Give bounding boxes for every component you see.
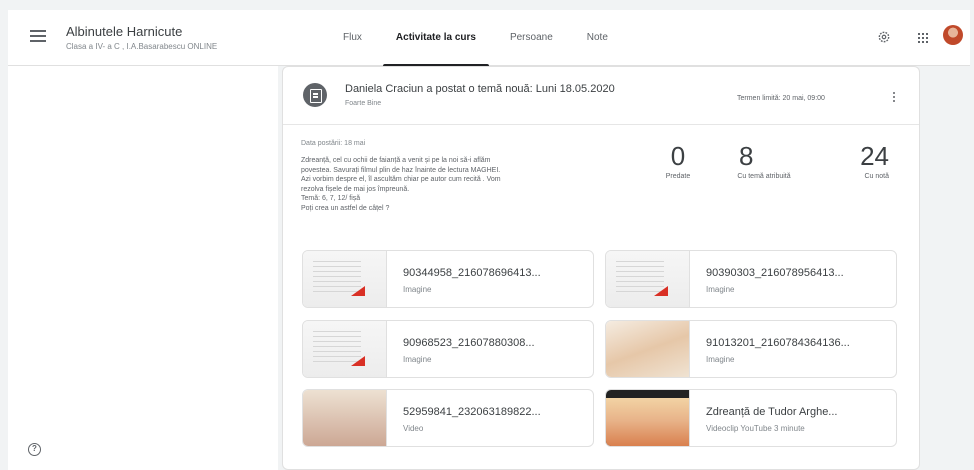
attachment-item[interactable]: 90968523_21607880308... Imagine: [302, 320, 594, 378]
stat-value: 24: [860, 141, 889, 171]
class-title[interactable]: Albinutele Harnicute: [66, 24, 182, 39]
attachment-type: Video: [403, 424, 424, 433]
attachment-item[interactable]: 52959841_232063189822... Video: [302, 389, 594, 447]
avatar[interactable]: [943, 25, 963, 45]
assignment-title[interactable]: Daniela Craciun a postat o temă nouă: Lu…: [345, 83, 615, 95]
attachment-thumbnail: [606, 390, 690, 446]
attachment-name: 90390303_216078956413...: [706, 267, 844, 279]
attachment-item[interactable]: 91013201_2160784364136... Imagine: [605, 320, 897, 378]
attachment-name: 90968523_21607880308...: [403, 337, 535, 349]
attachment-type: Imagine: [706, 285, 735, 294]
stat-value: 8: [739, 141, 754, 171]
stat-cu-tema-atribuita[interactable]: 8 Cu temă atribuită: [719, 141, 809, 180]
attachment-name: 90344958_216078696413...: [403, 267, 541, 279]
help-icon[interactable]: ?: [28, 443, 41, 456]
attachment-thumbnail: [303, 251, 387, 307]
tab-flux[interactable]: Flux: [326, 10, 379, 66]
attachment-type: Imagine: [403, 355, 432, 364]
stat-cu-nota[interactable]: 24 Cu notă: [837, 141, 889, 180]
attachment-name: 91013201_2160784364136...: [706, 337, 850, 349]
attachment-item[interactable]: 90390303_216078956413... Imagine: [605, 250, 897, 308]
assignment-deadline: Termen limită: 20 mai, 09:00: [737, 95, 825, 102]
tab-persoane[interactable]: Persoane: [493, 10, 570, 66]
tab-activitate-la-curs[interactable]: Activitate la curs: [379, 10, 493, 67]
attachment-thumbnail: [303, 390, 387, 446]
attachment-name: Zdreanță de Tudor Arghe...: [706, 406, 838, 418]
stat-label: Predate: [665, 173, 691, 180]
assignment-instructions: Zdreanță, cel cu ochii de faianță a veni…: [301, 157, 501, 212]
stat-value: 0: [670, 141, 686, 171]
attachment-thumbnail: [303, 321, 387, 377]
stat-label: Cu temă atribuită: [737, 173, 791, 180]
class-subtitle: Clasa a IV- a C , I.A.Basarabescu ONLINE: [66, 42, 218, 51]
tab-bar: Flux Activitate la curs Persoane Note: [326, 10, 625, 67]
settings-icon[interactable]: [877, 30, 891, 44]
assignment-grade: Foarte Bine: [345, 100, 382, 107]
attachment-item[interactable]: 90344958_216078696413... Imagine: [302, 250, 594, 308]
side-panel: [8, 66, 278, 470]
assignment-header[interactable]: Daniela Craciun a postat o temă nouă: Lu…: [283, 67, 919, 125]
attachment-name: 52959841_232063189822...: [403, 406, 541, 418]
attachment-type: Imagine: [706, 355, 735, 364]
attachment-item[interactable]: Zdreanță de Tudor Arghe... Videoclip You…: [605, 389, 897, 447]
attachment-thumbnail: [606, 251, 690, 307]
stat-predate[interactable]: 0 Predate: [657, 141, 699, 180]
posted-date: Data postării: 18 mai: [301, 140, 366, 147]
stat-label: Cu notă: [864, 173, 889, 180]
attachment-type: Imagine: [403, 285, 432, 294]
assignment-icon: [303, 83, 327, 107]
menu-icon[interactable]: [30, 30, 46, 42]
attachment-type: Videoclip YouTube 3 minute: [706, 424, 805, 433]
apps-grid-icon[interactable]: [918, 33, 928, 43]
tab-note[interactable]: Note: [570, 10, 625, 66]
attachment-thumbnail: [606, 321, 690, 377]
assignment-card: Daniela Craciun a postat o temă nouă: Lu…: [282, 66, 920, 470]
more-options-icon[interactable]: [893, 92, 895, 104]
top-app-bar: Albinutele Harnicute Clasa a IV- a C , I…: [8, 10, 970, 67]
